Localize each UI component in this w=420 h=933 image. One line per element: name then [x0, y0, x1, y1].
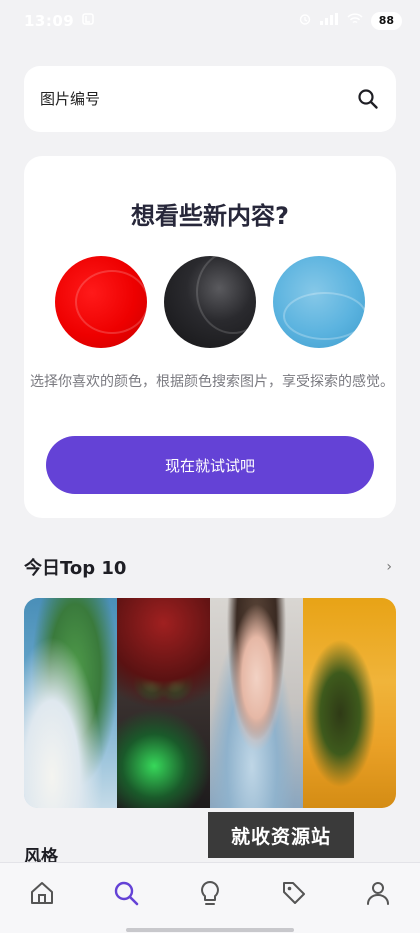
- home-indicator: [126, 928, 294, 932]
- alarm-icon: [299, 13, 311, 29]
- nav-search[interactable]: [106, 875, 146, 911]
- top10-gallery: [24, 598, 396, 808]
- try-now-button[interactable]: 现在就试试吧: [46, 436, 374, 494]
- wifi-icon: [347, 13, 363, 29]
- lightbulb-icon[interactable]: [196, 879, 224, 907]
- thumbnail-dragon[interactable]: [24, 598, 117, 808]
- nav-profile[interactable]: [358, 875, 398, 911]
- color-swatch-black[interactable]: [164, 256, 256, 348]
- status-left: 13:09: [24, 12, 94, 30]
- search-input[interactable]: [38, 89, 354, 109]
- notification-icon: [82, 13, 94, 29]
- nav-ideas[interactable]: [190, 875, 230, 911]
- search-icon[interactable]: [357, 88, 379, 110]
- tag-icon[interactable]: [280, 879, 308, 907]
- status-time: 13:09: [24, 12, 75, 30]
- search-bar[interactable]: [24, 66, 396, 132]
- chevron-right-icon[interactable]: ›: [386, 559, 396, 575]
- color-search-card: 想看些新内容? 选择你喜欢的颜色，根据颜色搜索图片，享受探索的感觉。 现在就试试…: [24, 156, 396, 518]
- signal-icon: [319, 13, 339, 29]
- top10-title: 今日Top 10: [24, 558, 127, 579]
- thumbnail-grass[interactable]: [303, 598, 396, 808]
- watermark: 就收资源站: [208, 812, 354, 858]
- nav-home[interactable]: [22, 875, 62, 911]
- status-bar: 13:09 88: [0, 0, 420, 44]
- profile-icon[interactable]: [364, 879, 392, 907]
- app-screen: 13:09 88 想看些新内容?: [0, 0, 420, 933]
- color-card-description: 选择你喜欢的颜色，根据颜色搜索图片，享受探索的感觉。: [30, 374, 394, 390]
- battery-indicator: 88: [370, 12, 402, 30]
- thumbnail-orc[interactable]: [117, 598, 210, 808]
- color-swatches: [55, 256, 365, 348]
- top10-header: 今日Top 10 ›: [24, 552, 396, 582]
- thumbnail-girl[interactable]: [210, 598, 303, 808]
- search-button[interactable]: [354, 85, 382, 113]
- color-swatch-red[interactable]: [55, 256, 147, 348]
- home-icon[interactable]: [28, 879, 56, 907]
- nav-tags[interactable]: [274, 875, 314, 911]
- search-icon[interactable]: [112, 879, 140, 907]
- color-swatch-blue[interactable]: [273, 256, 365, 348]
- color-card-title: 想看些新内容?: [131, 202, 289, 230]
- status-right: 88: [299, 12, 402, 30]
- bottom-nav: [0, 862, 420, 933]
